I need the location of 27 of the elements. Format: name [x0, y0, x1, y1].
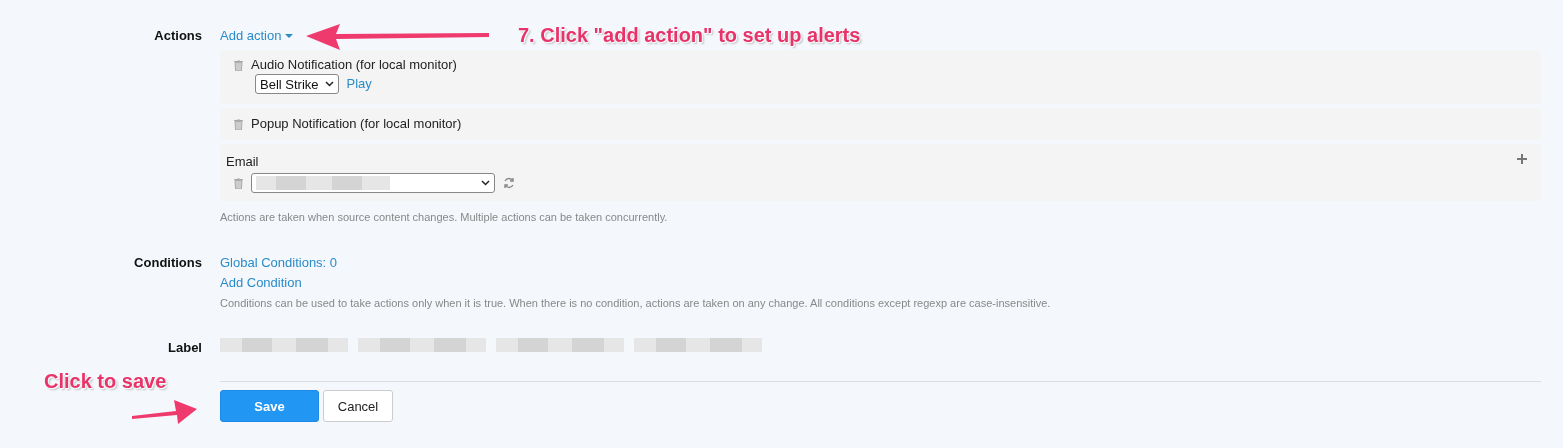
add-condition-link[interactable]: Add Condition: [220, 273, 302, 293]
chevron-down-icon: [481, 180, 490, 186]
field-label: Label: [167, 339, 202, 355]
action-title: Popup Notification (for local monitor): [251, 115, 462, 133]
global-conditions-link[interactable]: Global Conditions: 0: [220, 253, 338, 273]
add-action-link[interactable]: Add action: [220, 26, 294, 46]
sound-select[interactable]: Bell Strike: [255, 74, 339, 94]
help-text: Actions are taken when source content changes. Multiple actions can be taken concurrently.: [220, 210, 668, 225]
field-label: Actions: [153, 27, 202, 45]
plus-icon[interactable]: [1517, 154, 1527, 164]
trash-icon[interactable]: [234, 59, 243, 71]
action-title: Email: [226, 154, 259, 169]
annotation-text: 7. Click "add action" to set up alerts: [518, 24, 861, 47]
action-title: Audio Notification (for local monitor): [251, 56, 457, 74]
caret-icon: [285, 34, 294, 38]
trash-icon[interactable]: [234, 177, 243, 189]
email-select[interactable]: [251, 173, 495, 193]
trash-icon[interactable]: [234, 118, 243, 130]
refresh-icon[interactable]: [503, 177, 515, 189]
save-button[interactable]: Save: [220, 390, 319, 422]
cancel-button[interactable]: Cancel: [323, 390, 393, 422]
field-label: Conditions: [133, 254, 202, 272]
chevron-down-icon: [324, 81, 334, 87]
annotation-text: Click to save: [44, 370, 167, 393]
help-text: Conditions can be used to take actions only when it is true. When there is no condition, actions are taken on any change. All conditions except regexp are case-insensitive.: [220, 296, 1051, 311]
arrow-drawing: [132, 398, 198, 426]
play-link[interactable]: Play: [346, 74, 372, 94]
